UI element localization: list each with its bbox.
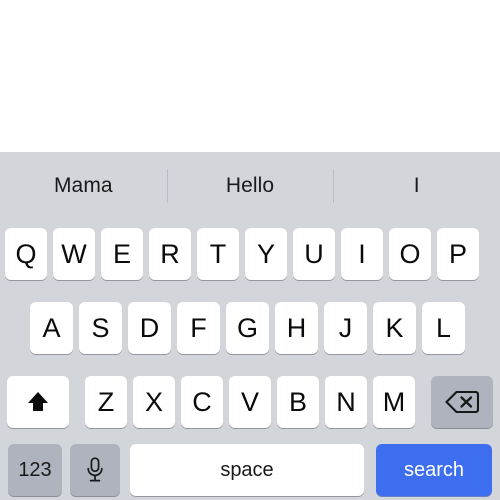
predictive-suggestion-bar: Mama Hello I [0, 152, 500, 220]
key-label: L [435, 312, 452, 343]
suggestion-item-label: I [413, 174, 420, 197]
key-p[interactable]: P [437, 228, 479, 280]
space-key[interactable]: space [130, 444, 364, 496]
key-label: D [139, 312, 160, 343]
backspace-key[interactable] [431, 376, 493, 428]
key-label: S [91, 312, 110, 343]
key-r[interactable]: R [149, 228, 191, 280]
shift-key[interactable] [7, 376, 69, 428]
suggestion-item-3[interactable]: I [333, 152, 500, 220]
key-label: U [304, 238, 324, 269]
key-e[interactable]: E [101, 228, 143, 280]
key-label: W [61, 238, 87, 269]
key-i[interactable]: I [341, 228, 383, 280]
suggestion-item-label: Mama [53, 174, 113, 197]
suggestion-item-1[interactable]: Mama [0, 152, 167, 220]
key-q[interactable]: Q [5, 228, 47, 280]
suggestion-item-label: Hello [225, 174, 275, 197]
key-label: T [209, 238, 227, 269]
key-n[interactable]: N [325, 376, 367, 428]
key-g[interactable]: G [226, 302, 269, 354]
key-label: G [236, 312, 258, 343]
key-a[interactable]: A [30, 302, 73, 354]
key-v[interactable]: V [229, 376, 271, 428]
keyboard-row-3: Z X C V B N M [0, 370, 500, 434]
key-k[interactable]: K [373, 302, 416, 354]
key-label: P [448, 238, 467, 269]
dictation-key[interactable] [70, 444, 120, 496]
key-label: F [190, 312, 207, 343]
keyboard-row-2: A S D F G H J K L [0, 296, 500, 360]
key-w[interactable]: W [53, 228, 95, 280]
key-label: Z [97, 386, 115, 417]
search-return-key[interactable]: search [376, 444, 492, 496]
onscreen-keyboard: Mama Hello I Q W E R T Y U I O P A S D F… [0, 152, 500, 500]
key-j[interactable]: J [324, 302, 367, 354]
key-label: H [286, 312, 307, 343]
backspace-delete-icon [445, 389, 480, 415]
key-label: K [385, 312, 404, 343]
key-label: Q [15, 238, 37, 269]
key-t[interactable]: T [197, 228, 239, 280]
key-u[interactable]: U [293, 228, 335, 280]
key-d[interactable]: D [128, 302, 171, 354]
key-x[interactable]: X [133, 376, 175, 428]
key-label: E [112, 238, 131, 269]
key-label: X [144, 386, 163, 417]
key-label: C [192, 386, 212, 417]
key-s[interactable]: S [79, 302, 122, 354]
key-c[interactable]: C [181, 376, 223, 428]
key-label: search [403, 458, 465, 481]
key-l[interactable]: L [422, 302, 465, 354]
key-z[interactable]: Z [85, 376, 127, 428]
shift-arrow-up-icon [24, 388, 52, 416]
key-o[interactable]: O [389, 228, 431, 280]
key-label: N [336, 386, 356, 417]
key-label: 123 [18, 458, 52, 481]
key-y[interactable]: Y [245, 228, 287, 280]
key-label: V [240, 386, 259, 417]
key-label: J [338, 312, 353, 343]
microphone-icon [84, 456, 106, 484]
key-m[interactable]: M [373, 376, 415, 428]
key-b[interactable]: B [277, 376, 319, 428]
key-label: Y [256, 238, 275, 269]
numeric-switch-key[interactable]: 123 [8, 444, 62, 496]
key-label: space [220, 458, 274, 481]
content-area [0, 0, 500, 152]
key-label: A [42, 312, 61, 343]
key-h[interactable]: H [275, 302, 318, 354]
suggestion-item-2[interactable]: Hello [166, 152, 334, 220]
key-label: R [160, 238, 180, 269]
key-label: O [399, 238, 421, 269]
key-label: M [382, 386, 406, 417]
keyboard-row-1: Q W E R T Y U I O P [0, 222, 500, 286]
key-label: B [288, 386, 307, 417]
keyboard-row-4: 123 space search [0, 440, 500, 500]
key-label: I [358, 238, 366, 269]
key-f[interactable]: F [177, 302, 220, 354]
